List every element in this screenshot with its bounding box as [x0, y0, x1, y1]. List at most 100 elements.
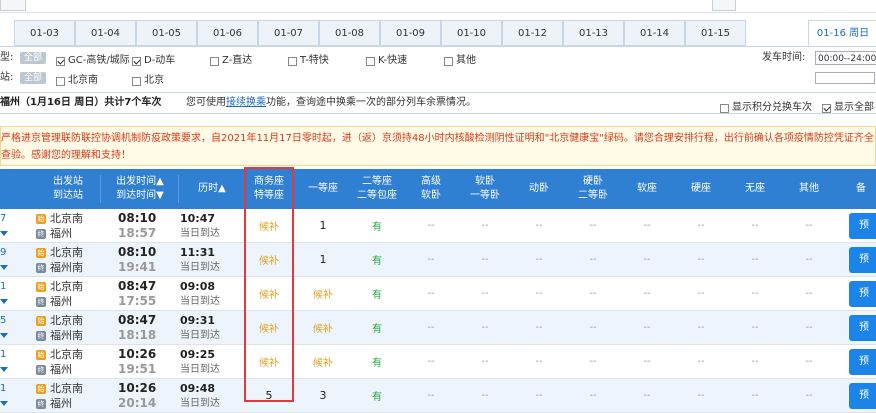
checkbox-icon — [366, 56, 375, 66]
train-number[interactable]: 5 — [0, 313, 20, 343]
second-class-cell[interactable]: 有 — [350, 277, 404, 310]
station-row: 站: 全部 北京南 北京 — [0, 69, 876, 87]
book-button[interactable]: 预 — [849, 383, 876, 409]
date-tab[interactable]: 01-04 — [75, 20, 136, 46]
transfer-link[interactable]: 接续换乘 — [226, 97, 266, 108]
scroll-right-handle[interactable] — [712, 0, 736, 11]
date-tab[interactable]: 01-09 — [380, 20, 441, 46]
from-station[interactable]: 北京南 — [50, 245, 83, 260]
to-station[interactable]: 福州南 — [50, 328, 83, 343]
business-seat-cell[interactable]: 候补 — [246, 243, 292, 276]
date-tab[interactable]: 01-15 — [685, 20, 746, 46]
expand-arrow-icon[interactable] — [0, 299, 8, 304]
date-tab[interactable]: 01-12 — [502, 20, 563, 46]
header-stations[interactable]: 出发站 到达站 — [40, 169, 96, 209]
book-button[interactable]: 预 — [849, 213, 876, 239]
date-tab[interactable]: 01-10 — [441, 20, 502, 46]
first-class-cell[interactable]: 3 — [296, 379, 350, 412]
expand-arrow-icon[interactable] — [0, 231, 8, 236]
book-button[interactable]: 预 — [849, 315, 876, 341]
type-all-button[interactable]: 全部 — [20, 52, 47, 64]
first-class-cell[interactable]: 1 — [296, 243, 350, 276]
second-class-cell[interactable]: 有 — [350, 209, 404, 242]
station-checkbox-beijing[interactable]: 北京 — [132, 72, 164, 90]
book-button[interactable]: 预 — [849, 281, 876, 307]
hard-seat-cell: -- — [697, 254, 705, 265]
business-seat-cell[interactable]: 5 — [246, 379, 292, 412]
date-tab[interactable]: 01-13 — [563, 20, 624, 46]
header-times[interactable]: 出发时间▲ 到达时间▼ — [104, 169, 176, 209]
time-cell: 08:10 18:57 — [118, 211, 156, 241]
first-class-cell[interactable]: 候补 — [296, 311, 350, 344]
header-duration[interactable]: 历时▲ — [180, 169, 244, 209]
date-tab[interactable]: 01-08 — [319, 20, 380, 46]
arrival-day: 当日到达 — [180, 330, 220, 341]
train-number[interactable]: 1 — [0, 279, 20, 309]
book-button[interactable]: 预 — [849, 247, 876, 273]
train-number[interactable]: 1 — [0, 381, 20, 411]
station-cell: 始北京南终福州 — [36, 279, 83, 309]
second-class-cell[interactable]: 有 — [350, 379, 404, 412]
premium-softsleeper-cell: -- — [427, 356, 435, 367]
show-points-checkbox[interactable]: 显示积分兑换车次 — [720, 98, 812, 118]
station-all-button[interactable]: 全部 — [20, 72, 47, 84]
type-checkbox-z[interactable]: Z-直达 — [210, 52, 252, 70]
hard-seat-cell: -- — [697, 322, 705, 333]
from-station[interactable]: 北京南 — [50, 313, 83, 328]
depart-time: 08:47 — [118, 313, 157, 327]
first-class-cell[interactable]: 候补 — [296, 345, 350, 378]
type-checkbox-other[interactable]: 其他 — [444, 52, 476, 70]
header-other: 其他 — [799, 183, 819, 194]
date-tab[interactable]: 01-07 — [258, 20, 319, 46]
station-checkbox-beijingnan[interactable]: 北京南 — [56, 72, 98, 90]
business-seat-cell[interactable]: 候补 — [246, 345, 292, 378]
from-station[interactable]: 北京南 — [50, 279, 83, 294]
train-number[interactable]: 7 — [0, 211, 20, 241]
date-tab[interactable]: 01-03 — [14, 20, 75, 46]
depart-time-select[interactable]: 00:00--24:00 — [815, 51, 876, 65]
from-station[interactable]: 北京南 — [50, 211, 83, 226]
second-class-cell[interactable]: 有 — [350, 311, 404, 344]
show-all-checkbox[interactable]: 显示全部 — [822, 98, 874, 118]
table-row: 5 始北京南终福州南 08:47 18:18 09:31 当日到达 候补 候补有 -- -- -- -… — [0, 311, 876, 345]
soft-sleeper-cell: -- — [481, 356, 489, 367]
business-seat-cell[interactable]: 候补 — [246, 277, 292, 310]
expand-arrow-icon[interactable] — [0, 367, 8, 372]
to-station[interactable]: 福州 — [50, 362, 72, 377]
header-divider — [178, 175, 179, 203]
business-seat-cell[interactable]: 候补 — [246, 209, 292, 242]
book-button[interactable]: 预 — [849, 349, 876, 375]
type-checkbox-gc[interactable]: GC-高铁/城际 — [56, 52, 130, 70]
date-tab[interactable]: 01-06 — [197, 20, 258, 46]
to-station[interactable]: 福州 — [50, 226, 72, 241]
from-station[interactable]: 北京南 — [50, 347, 83, 362]
expand-arrow-icon[interactable] — [0, 333, 8, 338]
type-checkbox-t[interactable]: T-特快 — [288, 52, 329, 70]
duration: 10:47 — [180, 212, 216, 225]
date-tab[interactable]: 01-05 — [136, 20, 197, 46]
business-seat-cell[interactable]: 候补 — [246, 311, 292, 344]
expand-arrow-icon[interactable] — [0, 265, 8, 270]
expand-arrow-icon[interactable] — [0, 401, 8, 406]
transfer-tip: 您可使用接续换乘功能，查询途中换乘一次的部分列车余票情况。 — [186, 97, 476, 108]
first-class-cell[interactable]: 候补 — [296, 277, 350, 310]
type-checkbox-d[interactable]: D-动车 — [132, 52, 175, 70]
first-class-cell[interactable]: 1 — [296, 209, 350, 242]
train-number[interactable]: 1 — [0, 347, 20, 377]
second-class-cell[interactable]: 有 — [350, 243, 404, 276]
to-station[interactable]: 福州 — [50, 294, 72, 309]
premium-softsleeper-cell: -- — [427, 220, 435, 231]
to-station[interactable]: 福州南 — [50, 260, 83, 275]
type-checkbox-k[interactable]: K-快速 — [366, 52, 407, 70]
train-number[interactable]: 9 — [0, 245, 20, 275]
time-cell: 08:47 18:18 — [118, 313, 156, 343]
date-tab-selected[interactable]: 01-16 周日 — [808, 20, 876, 46]
to-station[interactable]: 福州 — [50, 396, 72, 411]
second-class-cell[interactable]: 有 — [350, 345, 404, 378]
scroll-left-handle[interactable] — [0, 0, 26, 11]
time-cell: 08:10 19:41 — [118, 245, 156, 275]
other-cell: -- — [805, 220, 813, 231]
header-business-seat: 商务座 特等座 — [254, 176, 284, 201]
date-tab[interactable]: 01-14 — [624, 20, 685, 46]
from-station[interactable]: 北京南 — [50, 381, 83, 396]
